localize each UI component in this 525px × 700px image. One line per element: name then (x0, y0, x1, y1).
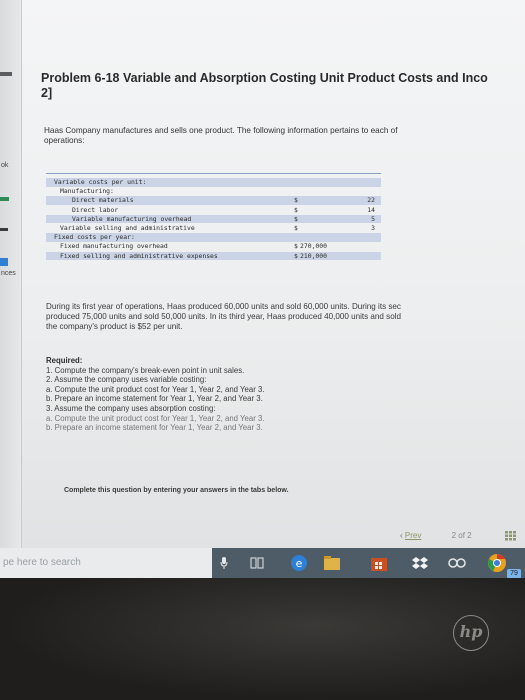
table-row: Variable costs per unit: (46, 178, 381, 187)
edge-browser-icon[interactable]: e (290, 554, 308, 572)
sidebar-label-nces[interactable]: nces (1, 270, 16, 277)
prev-button[interactable]: Prev (405, 531, 421, 540)
row-amount: 210,000 (300, 251, 327, 260)
page-navigation: ‹ Prev 2 of 2 (400, 531, 472, 543)
row-label: Manufacturing: (60, 187, 114, 196)
row-label: Direct labor (72, 205, 119, 214)
svg-text:e: e (296, 557, 303, 570)
table-row: Variable manufacturing overhead $5 (46, 214, 381, 224)
problem-paragraph: During its first year of operations, Haa… (46, 302, 525, 332)
table-row: Direct materials $22 (46, 196, 381, 205)
row-label: Variable manufacturing overhead (72, 214, 192, 223)
required-item: a. Compute the unit product cost for Yea… (46, 384, 265, 394)
taskbar-search-input[interactable]: pe here to search (0, 548, 212, 578)
flickr-icon[interactable] (448, 558, 466, 568)
required-item: 1. Compute the company's break-even poin… (46, 365, 245, 375)
dollar-sign: $ (294, 214, 298, 223)
intro-line-2: operations: (44, 136, 85, 145)
table-row: Variable selling and administrative $3 (46, 224, 381, 233)
paragraph-line-2: produced 75,000 units and sold 50,000 un… (46, 312, 402, 321)
sidebar-marker-gray (0, 72, 12, 76)
dollar-sign: $ (294, 205, 298, 214)
required-item: b. Prepare an income statement for Year … (46, 423, 263, 433)
sidebar-label-ok[interactable]: ok (1, 162, 8, 169)
intro-text: Haas Company manufactures and sells one … (44, 126, 525, 146)
file-explorer-icon[interactable] (323, 555, 341, 571)
row-label: Variable selling and administrative (60, 224, 195, 232)
page-indicator: 2 of 2 (451, 531, 472, 540)
sidebar-marker-dark (0, 228, 8, 231)
table-row: Manufacturing: (46, 187, 381, 196)
table-row: Fixed costs per year: (46, 233, 381, 242)
chrome-icon[interactable] (487, 553, 507, 573)
store-icon[interactable] (370, 555, 388, 571)
dollar-sign: $ (294, 251, 298, 260)
task-view-icon[interactable] (250, 556, 264, 570)
taskbar: pe here to search e 79 (0, 548, 525, 579)
row-amount: 270,000 (300, 242, 327, 251)
row-label: Variable costs per unit: (54, 178, 147, 186)
row-label: Fixed costs per year: (54, 233, 135, 242)
intro-line-1: Haas Company manufactures and sells one … (44, 126, 398, 135)
row-label: Direct materials (72, 196, 134, 205)
required-item: 2. Assume the company uses variable cost… (46, 375, 207, 385)
chevron-left-icon[interactable]: ‹ (400, 531, 403, 540)
dollar-sign: $ (294, 196, 298, 205)
cost-data-table: Variable costs per unit: Manufacturing: Di… (46, 173, 381, 285)
sidebar-marker-green (0, 197, 9, 201)
title-line-2: 2] (41, 86, 53, 100)
complete-instruction: Complete this question by entering your … (64, 487, 289, 494)
row-amount: 5 (371, 214, 375, 223)
laptop-bezel: hp (0, 578, 525, 700)
hp-logo: hp (453, 615, 489, 651)
dollar-sign: $ (294, 242, 298, 251)
required-section: Required: 1. Compute the company's break… (46, 356, 486, 433)
table-row: Fixed selling and administrative expense… (46, 251, 381, 261)
row-label: Fixed manufacturing overhead (60, 242, 168, 251)
row-label: Fixed selling and administrative expense… (60, 251, 218, 260)
table-row: Fixed manufacturing overhead $270,000 (46, 242, 381, 251)
grid-icon[interactable] (505, 531, 516, 541)
paragraph-line-1: During its first year of operations, Haa… (46, 302, 401, 311)
paragraph-line-3: the company's product is $52 per unit. (46, 322, 183, 331)
required-item: b. Prepare an income statement for Year … (46, 394, 263, 404)
dropbox-icon[interactable] (412, 556, 428, 570)
required-item: 3. Assume the company uses absorption co… (46, 403, 216, 413)
row-amount: 14 (367, 205, 375, 214)
screen: ok nces Problem 6-18 Variable and Absorp… (0, 0, 525, 572)
required-heading: Required: (46, 356, 83, 365)
table-row: Direct labor $14 (46, 206, 381, 215)
sidebar-marker-blue (0, 258, 8, 266)
row-amount: 3 (371, 224, 375, 232)
required-item: a. Compute the unit product cost for Yea… (46, 413, 265, 423)
title-line-1: Problem 6-18 Variable and Absorption Cos… (41, 71, 488, 85)
microphone-icon[interactable] (220, 557, 228, 569)
dollar-sign: $ (294, 224, 298, 232)
left-sidebar-strip: ok nces (0, 0, 22, 548)
row-amount: 22 (367, 196, 375, 205)
page-title: Problem 6-18 Variable and Absorption Cos… (41, 71, 525, 101)
